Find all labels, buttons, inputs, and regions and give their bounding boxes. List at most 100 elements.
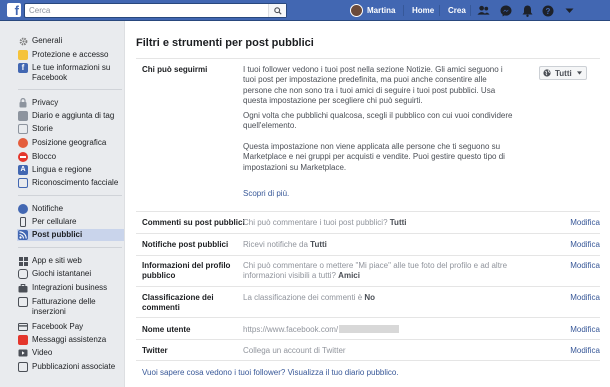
messenger-icon[interactable] bbox=[498, 3, 513, 18]
friend-requests-icon[interactable] bbox=[476, 3, 491, 18]
profile-link[interactable]: Martina bbox=[350, 3, 395, 18]
sidebar-item-timeline[interactable]: Diario e aggiunta di tag bbox=[18, 111, 122, 121]
divider bbox=[136, 58, 600, 59]
chevron-down-icon[interactable] bbox=[562, 3, 577, 18]
settings-panel: Filtri e strumenti per post pubblici Chi… bbox=[124, 21, 610, 387]
card-icon bbox=[18, 322, 28, 332]
briefcase-icon bbox=[18, 283, 28, 293]
notifications-icon[interactable] bbox=[520, 3, 535, 18]
sidebar-item-video[interactable]: Video bbox=[18, 348, 122, 358]
timeline-icon bbox=[18, 111, 28, 121]
sidebar-item-privacy[interactable]: Privacy bbox=[18, 98, 122, 108]
followers-label: Chi può seguirmi bbox=[142, 65, 208, 74]
sidebar-item-public-posts[interactable]: Post pubblici bbox=[17, 229, 124, 241]
shield-icon bbox=[18, 50, 28, 60]
sidebar-item-label: Diario e aggiunta di tag bbox=[32, 111, 115, 120]
sidebar-item-label: Riconoscimento facciale bbox=[32, 178, 119, 187]
divider bbox=[136, 317, 600, 318]
sidebar-item-notifications[interactable]: Notifiche bbox=[18, 204, 122, 214]
game-icon bbox=[18, 269, 28, 279]
divider bbox=[136, 211, 600, 212]
dropdown-value: Tutti bbox=[555, 68, 572, 78]
sidebar-item-label: Giochi istantanei bbox=[32, 269, 92, 278]
twitter-label: Twitter bbox=[142, 346, 168, 355]
view-public-timeline-link[interactable]: Vuoi sapere cosa vedono i tuoi follower?… bbox=[142, 368, 399, 377]
comment-ranking-value: La classificazione dei commenti è No bbox=[243, 293, 375, 303]
sidebar-item-label: Notifiche bbox=[32, 204, 64, 213]
row-description: Chi può commentare o mettere "Mi piace" … bbox=[243, 261, 508, 280]
edit-public-post-notifications-button[interactable]: Modifica bbox=[570, 240, 600, 249]
sidebar-item-apps[interactable]: App e siti web bbox=[18, 256, 122, 266]
search-input[interactable] bbox=[25, 4, 265, 17]
sidebar-item-facebook-pay[interactable]: Facebook Pay bbox=[18, 322, 122, 332]
support-icon bbox=[18, 335, 28, 345]
learn-more-link[interactable]: Scopri di più. bbox=[243, 189, 289, 198]
row-description: Chi può commentare i tuoi post pubblici? bbox=[243, 218, 388, 227]
home-link[interactable]: Home bbox=[412, 6, 434, 15]
sidebar-item-ads-billing[interactable]: Fatturazione delle inserzioni bbox=[18, 297, 122, 317]
edit-public-post-comments-button[interactable]: Modifica bbox=[570, 218, 600, 227]
sidebar-item-instant-games[interactable]: Giochi istantanei bbox=[18, 269, 122, 279]
comment-ranking-label: Classificazione dei commenti bbox=[142, 293, 214, 312]
redacted-username bbox=[339, 325, 400, 333]
sidebar-item-face-recognition[interactable]: Riconoscimento facciale bbox=[18, 178, 122, 188]
sidebar-item-label: Privacy bbox=[32, 98, 59, 107]
help-icon[interactable]: ? bbox=[540, 3, 555, 18]
edit-public-profile-info-button[interactable]: Modifica bbox=[570, 261, 600, 270]
sidebar-item-label: Blocco bbox=[32, 152, 57, 161]
followers-section: Chi può seguirmi I tuoi follower vedono … bbox=[136, 61, 600, 207]
sidebar-item-label: Post pubblici bbox=[32, 230, 83, 239]
sidebar-item-security[interactable]: Protezione e accesso bbox=[18, 50, 122, 60]
row-description: https://www.facebook.com/ bbox=[243, 325, 339, 334]
billing-icon bbox=[18, 297, 28, 307]
block-icon bbox=[18, 152, 28, 162]
apps-icon bbox=[18, 256, 28, 266]
divider bbox=[136, 339, 600, 340]
sidebar-item-business-integrations[interactable]: Integrazioni business bbox=[18, 283, 122, 293]
edit-comment-ranking-button[interactable]: Modifica bbox=[570, 293, 600, 302]
sidebar-item-label: Pubblicazioni associate bbox=[32, 362, 116, 371]
row-description: Ricevi notifiche da bbox=[243, 240, 308, 249]
sidebar-item-label: Lingua e regione bbox=[32, 165, 92, 174]
gear-icon bbox=[18, 36, 28, 46]
sidebar-item-your-information[interactable]: f Le tue informazioni su Facebook bbox=[18, 63, 122, 83]
rss-icon bbox=[18, 230, 28, 240]
edit-username-button[interactable]: Modifica bbox=[570, 325, 600, 334]
globe-icon bbox=[18, 204, 28, 214]
divider bbox=[439, 5, 440, 16]
edit-twitter-button[interactable]: Modifica bbox=[570, 346, 600, 355]
marketplace-description: Questa impostazione non viene applicata … bbox=[243, 142, 505, 172]
sidebar-item-linked-publications[interactable]: Pubblicazioni associate bbox=[18, 362, 122, 372]
chevron-down-icon bbox=[576, 71, 582, 75]
video-icon bbox=[18, 348, 28, 358]
divider bbox=[136, 286, 600, 287]
sidebar-item-support-inbox[interactable]: Messaggi assistenza bbox=[18, 335, 122, 345]
sidebar-item-label: App e siti web bbox=[32, 256, 82, 265]
sidebar-item-location[interactable]: Posizione geografica bbox=[18, 138, 122, 148]
public-post-notifications-label: Notifiche post pubblici bbox=[142, 240, 229, 249]
sidebar-item-mobile[interactable]: Per cellulare bbox=[18, 217, 122, 227]
followers-audience-dropdown[interactable]: Tutti bbox=[539, 66, 587, 80]
create-link[interactable]: Crea bbox=[448, 6, 466, 15]
book-icon bbox=[18, 124, 28, 134]
sidebar-item-blocking[interactable]: Blocco bbox=[18, 152, 122, 162]
avatar bbox=[350, 4, 363, 17]
divider bbox=[18, 195, 122, 196]
divider bbox=[136, 255, 600, 256]
audience-description: Ogni volta che pubblichi qualcosa, scegl… bbox=[243, 111, 513, 131]
mobile-icon bbox=[18, 217, 28, 227]
sidebar-item-general[interactable]: Generali bbox=[18, 36, 122, 46]
facebook-logo-icon[interactable]: f bbox=[7, 3, 21, 17]
search-button[interactable] bbox=[268, 4, 286, 17]
globe-icon bbox=[543, 69, 551, 77]
face-icon bbox=[18, 178, 28, 188]
divider bbox=[136, 360, 600, 361]
sidebar-item-label: Messaggi assistenza bbox=[32, 335, 107, 344]
facebook-icon: f bbox=[18, 63, 28, 73]
sidebar-item-language[interactable]: A Lingua e regione bbox=[18, 165, 122, 175]
divider bbox=[470, 5, 471, 16]
sidebar-item-label: Integrazioni business bbox=[32, 283, 108, 292]
username-value: https://www.facebook.com/ bbox=[243, 325, 400, 335]
sidebar-item-stories[interactable]: Storie bbox=[18, 124, 122, 134]
row-setting-value: Tutti bbox=[310, 240, 327, 249]
